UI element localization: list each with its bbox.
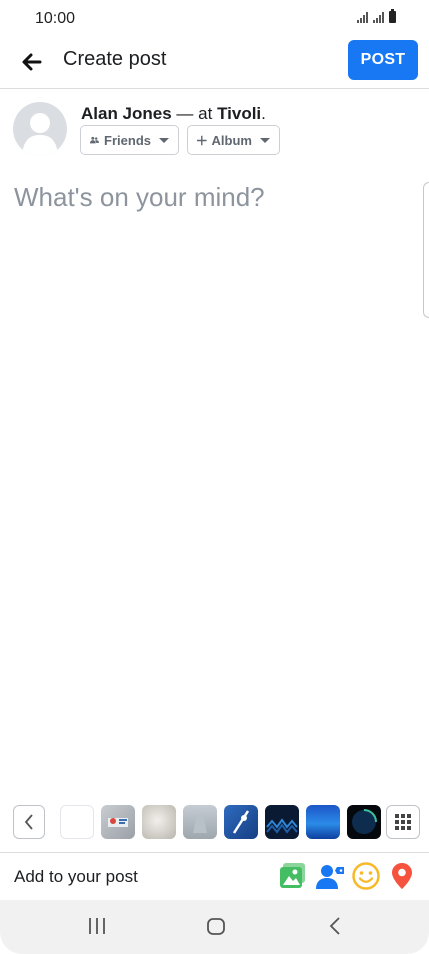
gallery-thumbnail[interactable] [101,805,135,839]
grid-icon[interactable] [386,805,420,839]
album-label: Album [211,132,252,148]
signal-icon-2 [373,12,384,23]
author-name[interactable]: Alan Jones [81,104,172,123]
gallery-thumbnail[interactable] [142,805,176,839]
tag-people-icon[interactable] [315,861,345,891]
back-arrow-icon[interactable] [18,48,46,76]
back-nav-icon[interactable] [328,916,342,941]
post-button[interactable]: POST [348,40,418,80]
audience-selector[interactable]: Friends [80,125,179,155]
photo-icon[interactable] [278,861,308,891]
gallery-thumbnail[interactable] [183,805,217,839]
plus-icon [197,135,207,145]
gallery-thumbnail[interactable] [265,805,299,839]
signal-icon [357,12,368,23]
add-to-post-bar[interactable]: Add to your post [0,852,429,901]
recent-apps-icon[interactable] [88,916,106,941]
author-place[interactable]: Tivoli [217,104,261,123]
chevron-down-icon [159,137,169,143]
gallery-thumbnail[interactable] [306,805,340,839]
edge-panel-handle[interactable] [423,182,429,318]
add-to-post-label: Add to your post [14,867,138,886]
gallery-strip [0,803,429,841]
status-icons [357,9,396,23]
header: Create post POST [0,38,429,89]
location-pin-icon[interactable] [387,861,417,891]
post-text-input[interactable]: What's on your mind? [14,182,265,213]
author-suffix: . [261,104,266,123]
avatar[interactable] [13,102,67,156]
chevron-left-icon[interactable] [13,805,45,839]
status-bar: 10:00 [0,0,429,38]
page-title: Create post [63,48,167,70]
battery-icon [389,9,396,23]
status-time: 10:00 [35,10,76,27]
chevron-down-icon [260,137,270,143]
feeling-icon[interactable] [351,861,381,891]
gallery-thumbnail[interactable] [347,805,381,839]
gallery-thumbnail[interactable] [224,805,258,839]
author-line: Alan Jones — at Tivoli. [81,104,266,124]
system-navigation-bar [0,900,429,954]
gallery-thumbnail[interactable] [60,805,94,839]
home-icon[interactable] [206,916,226,941]
album-selector[interactable]: Album [187,125,280,155]
friends-icon [90,136,100,144]
audience-label: Friends [104,132,151,148]
author-separator: — at [171,104,218,123]
